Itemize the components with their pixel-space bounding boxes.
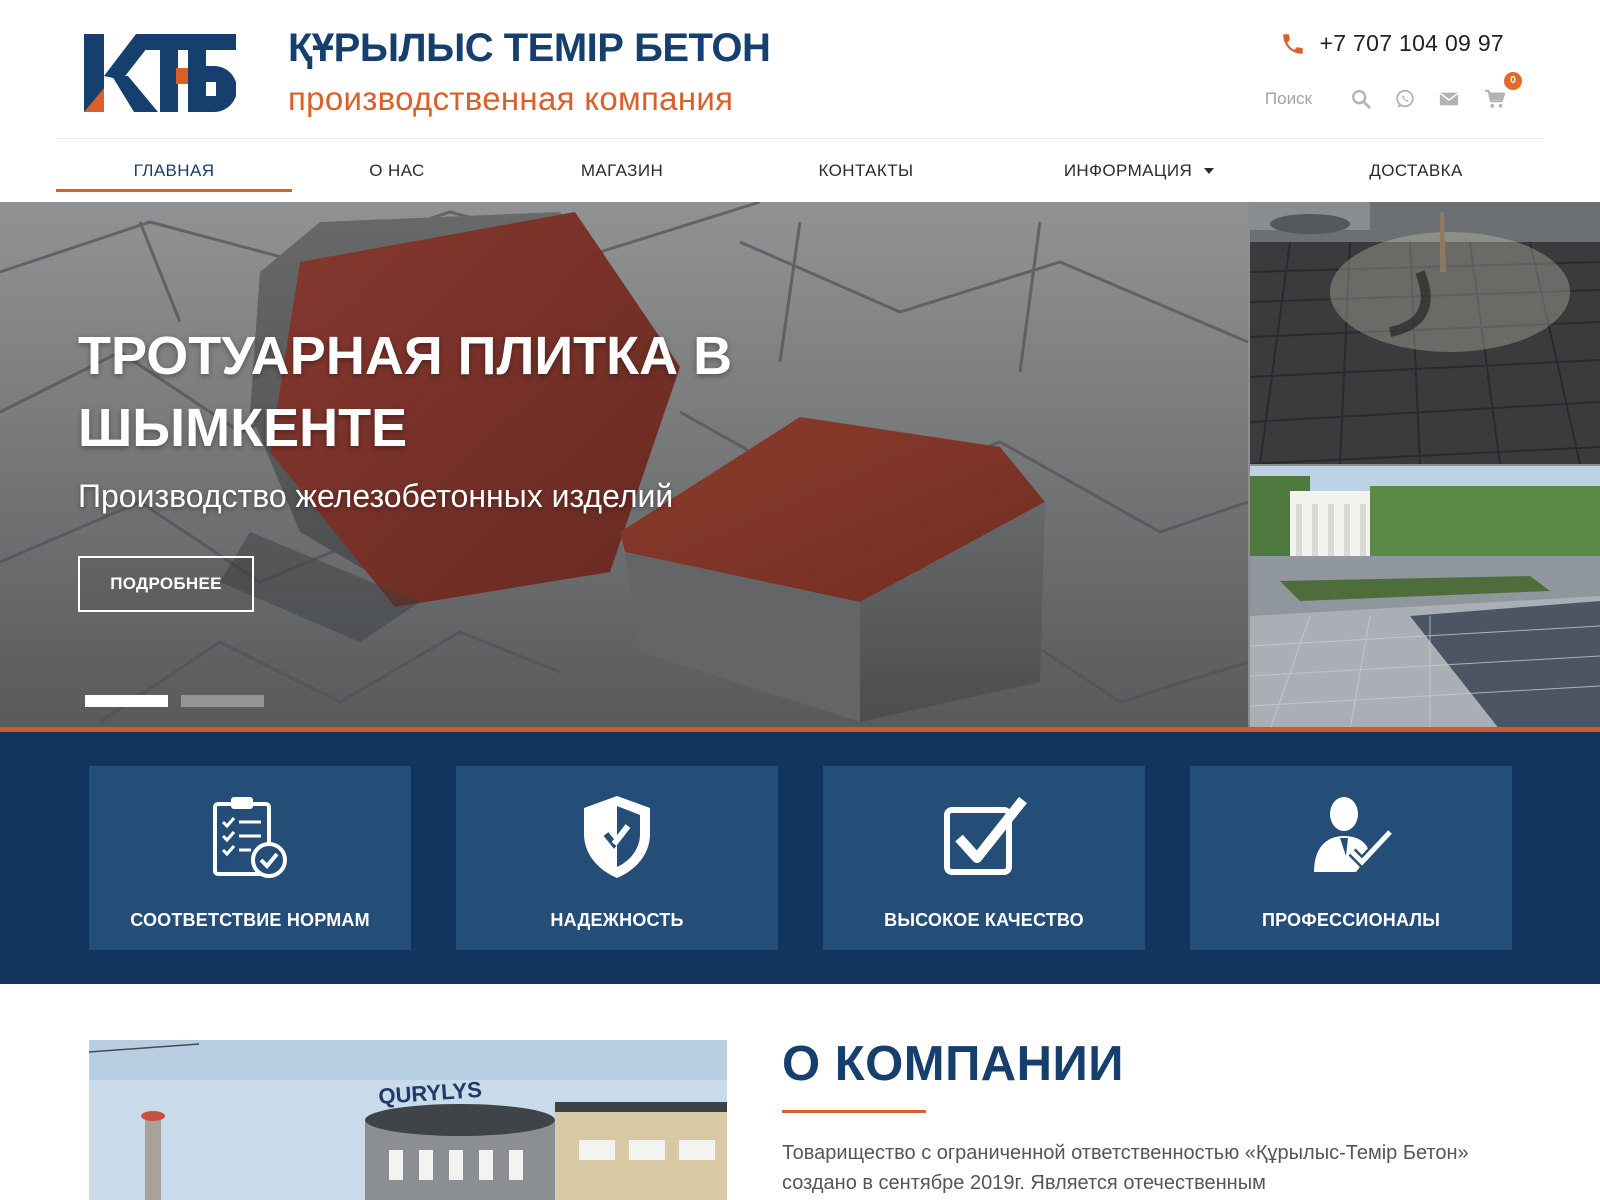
main-navigation: ГЛАВНАЯ О НАС МАГАЗИН КОНТАКТЫ ИНФОРМАЦИ… (56, 138, 1544, 202)
chevron-down-icon (1204, 167, 1215, 174)
whatsapp-icon[interactable] (1394, 88, 1416, 110)
mail-icon[interactable] (1438, 88, 1460, 110)
feature-label: НАДЕЖНОСТЬ (550, 910, 684, 930)
city-square-photo (1250, 466, 1600, 730)
nav-item-delivery[interactable]: ДОСТАВКА (1288, 139, 1544, 202)
nav-item-shop[interactable]: МАГАЗИН (502, 139, 742, 202)
slider-dot[interactable] (181, 695, 264, 707)
company-logo[interactable] (84, 32, 236, 116)
phone-number[interactable]: +7 707 104 09 97 (1320, 30, 1505, 57)
hero-title: ТРОТУАРНАЯ ПЛИТКА В ШЫМКЕНТЕ (78, 326, 733, 458)
search-input[interactable]: Поиск (1265, 89, 1312, 109)
checkbox-icon (944, 796, 1027, 875)
nav-item-label: КОНТАКТЫ (818, 160, 914, 180)
brand-title: ҚҰРЫЛЫС ТЕМІР БЕТОН (288, 26, 771, 70)
nav-item-label: МАГАЗИН (580, 160, 664, 180)
slider-dot-active[interactable] (85, 695, 168, 707)
site-header: ҚҰРЫЛЫС ТЕМІР БЕТОН производственная ком… (0, 0, 1600, 138)
hero-slider: ТРОТУАРНАЯ ПЛИТКА В ШЫМКЕНТЕ Производств… (0, 202, 1600, 730)
nav-item-contacts[interactable]: КОНТАКТЫ (742, 139, 990, 202)
about-title-underline (782, 1110, 926, 1113)
feature-label: ПРОФЕССИОНАЛЫ (1261, 910, 1441, 930)
feature-label: СООТВЕТСТВИЕ НОРМАМ (130, 910, 370, 930)
feature-card-professionals: ПРОФЕССИОНАЛЫ (1190, 766, 1512, 950)
about-text: Товарищество с ограниченной ответственно… (782, 1142, 1469, 1194)
phone-contact[interactable]: +7 707 104 09 97 (1280, 30, 1505, 57)
hexagon-paving-photo (0, 202, 1248, 730)
nav-item-label: ГЛАВНАЯ (133, 160, 215, 180)
company-building-photo: QURYLYS (89, 1040, 727, 1200)
search-icon[interactable] (1350, 88, 1372, 110)
cart-button[interactable]: 0 (1484, 72, 1522, 110)
nav-item-label: ИНФОРМАЦИЯ (1063, 160, 1193, 180)
more-details-button[interactable]: ПОДРОБНЕЕ (78, 556, 254, 612)
cart-icon (1484, 89, 1506, 108)
feature-card-standards: СООТВЕТСТВИЕ НОРМАМ (89, 766, 411, 950)
nav-item-label: О НАС (369, 160, 425, 180)
paving-street-photo (1250, 202, 1600, 464)
nav-item-label: ДОСТАВКА (1369, 160, 1463, 180)
slider-pagination (85, 695, 264, 707)
brand-subtitle: производственная компания (288, 80, 734, 117)
nav-item-home[interactable]: ГЛАВНАЯ (56, 139, 292, 202)
clipboard-check-icon (213, 797, 287, 878)
professional-icon (1314, 797, 1394, 872)
phone-icon (1282, 33, 1303, 54)
feature-label: ВЫСОКОЕ КАЧЕСТВО (884, 910, 1084, 930)
hero-subtitle: Производство железобетонных изделий (78, 478, 674, 514)
nav-item-information[interactable]: ИНФОРМАЦИЯ (990, 139, 1288, 202)
features-band: СООТВЕТСТВИЕ НОРМАМ НАДЕЖНОСТЬ ВЫСОКОЕ К… (0, 732, 1600, 984)
nav-item-about[interactable]: О НАС (292, 139, 502, 202)
hero-side-images (1250, 202, 1600, 730)
shield-icon (584, 796, 650, 878)
hero-slide: ТРОТУАРНАЯ ПЛИТКА В ШЫМКЕНТЕ Производств… (0, 202, 1248, 730)
header-tools: Поиск 0 (1265, 72, 1522, 110)
feature-card-quality: ВЫСОКОЕ КАЧЕСТВО (823, 766, 1145, 950)
feature-card-reliability: НАДЕЖНОСТЬ (456, 766, 778, 950)
cart-count-badge: 0 (1504, 72, 1522, 90)
about-title: О КОМПАНИИ (782, 1037, 1124, 1091)
